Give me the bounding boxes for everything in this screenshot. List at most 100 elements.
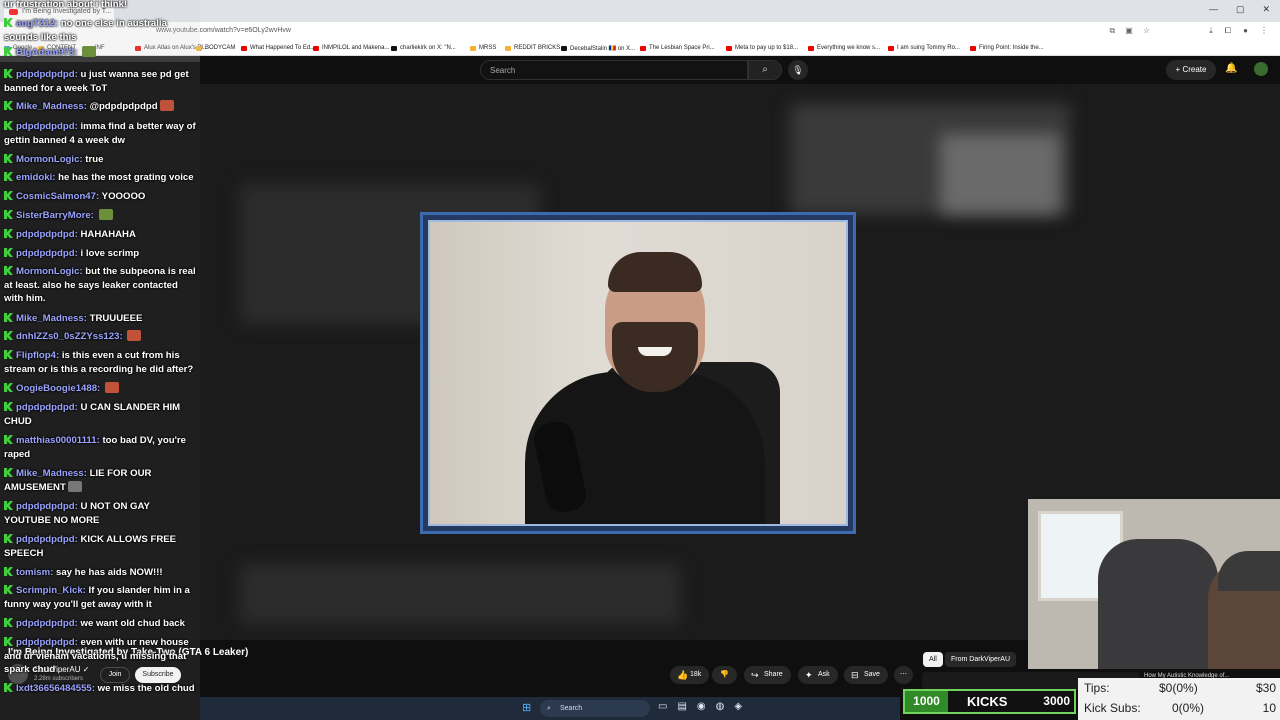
thumbs-down-icon: 👎: [720, 671, 729, 678]
bookmark-item[interactable]: What Happened To Ed...: [241, 45, 315, 51]
chat-username[interactable]: Mike_Madness: [16, 313, 84, 324]
chat-username[interactable]: pdpdpdpdpd: [16, 121, 75, 132]
notifications-bell-icon[interactable]: 🔔: [1225, 63, 1237, 74]
bookmark-item[interactable]: The Lesbian Space Pri...: [640, 45, 715, 51]
chat-username[interactable]: pdpdpdpdpd: [16, 637, 75, 648]
bookmark-item[interactable]: INMPILOL and Makena...: [313, 45, 389, 51]
maximize-button[interactable]: ▢: [1236, 4, 1245, 15]
browser-toolbar-right: ⤓ ⧠ ● ⋮: [1209, 26, 1268, 36]
chat-username[interactable]: dnhIZZs0_0sZZYss123: [16, 331, 119, 342]
bookmark-item[interactable]: DecebalStalin 🇷🇴 on X...: [561, 45, 635, 52]
blurred-background-panel: [940, 134, 1060, 214]
bookmark-item[interactable]: I am suing Tommy Ro...: [888, 45, 960, 51]
profile-icon[interactable]: ●: [1243, 26, 1248, 36]
chat-username[interactable]: matthias00001111: [16, 435, 97, 446]
chat-username[interactable]: pdpdpdpdpd: [16, 229, 75, 240]
windows-start-icon[interactable]: ⊞: [522, 702, 534, 714]
chat-message: MormonLogic: true: [4, 153, 198, 167]
ask-button[interactable]: ✦ Ask: [798, 666, 838, 684]
dislike-button[interactable]: 👎: [712, 666, 737, 684]
chat-username[interactable]: MormonLogic: [16, 154, 79, 165]
search-input[interactable]: Search: [480, 60, 748, 80]
bookmark-item[interactable]: BODYCAM: [196, 45, 235, 51]
taskbar-apps: ▭ ▤ ◉ ◍ ◈: [658, 701, 742, 712]
search-placeholder: Search: [490, 66, 516, 75]
chat-message: ur frustration about i think!: [4, 0, 198, 12]
menu-icon[interactable]: ⋮: [1260, 26, 1268, 36]
account-avatar[interactable]: [1254, 62, 1268, 76]
taskbar-search-label: Search: [560, 705, 583, 712]
chip-all[interactable]: All: [923, 652, 943, 667]
chat-username[interactable]: pdpdpdpdpd: [16, 618, 75, 629]
chat-username[interactable]: Flipflop4: [16, 350, 56, 361]
app-icon[interactable]: ◈: [734, 701, 742, 712]
kick-badge-icon: [4, 191, 13, 200]
more-actions-button[interactable]: ⋯: [894, 666, 913, 684]
chat-username[interactable]: Mike_Madness: [16, 468, 84, 479]
chat-message: MormonLogic: but the subpeona is real at…: [4, 266, 196, 305]
voice-search-button[interactable]: 🎙: [788, 60, 808, 80]
bookmark-item[interactable]: Firing Point: Inside the...: [970, 45, 1044, 51]
bookmark-item[interactable]: Meta to pay up to $18...: [726, 45, 798, 51]
close-window-button[interactable]: ✕: [1262, 4, 1270, 15]
kick-badge-icon: [4, 154, 13, 163]
search-button[interactable]: ⌕: [748, 60, 782, 80]
chat-username[interactable]: MormonLogic: [16, 266, 79, 277]
chat-message: Flipflop4: is this even a cut from his s…: [4, 350, 194, 375]
taskbar-search[interactable]: ⌕ Search: [540, 700, 650, 717]
bookmark-item[interactable]: MRSS: [470, 45, 496, 51]
thumbs-up-icon: 👍: [677, 670, 689, 680]
kick-badge-icon: [4, 618, 13, 627]
chat-username[interactable]: CosmicSalmon47: [16, 191, 96, 202]
chat-message: pdpdpdpdpd: imma find a better way of ge…: [4, 121, 196, 146]
cast-icon[interactable]: ▣: [1125, 26, 1133, 36]
chat-username[interactable]: emidoki: [16, 172, 52, 183]
save-button[interactable]: ⊟ Save: [844, 666, 888, 684]
extensions-icon[interactable]: ⧠: [1225, 26, 1231, 36]
chat-username[interactable]: pdpdpdpdpd: [16, 69, 75, 80]
chat-username[interactable]: BigAdam973: [16, 47, 74, 58]
chat-text: YOOOOO: [101, 191, 146, 202]
chat-username[interactable]: pdpdpdpdpd: [16, 402, 75, 413]
chat-username[interactable]: pdpdpdpdpd: [16, 501, 75, 512]
share-label: Share: [764, 671, 783, 678]
tips-row: Tips: $0(0%) $30: [1084, 681, 1280, 699]
file-explorer-icon[interactable]: ▤: [677, 701, 686, 712]
emote-icon: [104, 382, 119, 393]
chat-username[interactable]: pdpdpdpdpd: [16, 534, 75, 545]
chat-text: TRUUUEEE: [89, 313, 143, 324]
task-view-icon[interactable]: ▭: [658, 701, 667, 712]
bookmark-item[interactable]: Everything we know s...: [808, 45, 880, 51]
chat-message: pdpdpdpdpd: even with ur new house and u…: [4, 637, 189, 676]
chat-username[interactable]: OogieBoogie1488: [16, 383, 97, 394]
download-icon[interactable]: ⤓: [1209, 26, 1213, 36]
bookmark-star-icon[interactable]: ☆: [1143, 26, 1150, 36]
bookmark-icon: ⊟: [851, 670, 859, 680]
chat-overlay: ur frustration about i think! augT212: no…: [0, 0, 200, 720]
share-button[interactable]: ↪ Share: [744, 666, 791, 684]
chat-text: ur frustration about i think!: [4, 0, 128, 10]
like-button[interactable]: 👍 18k: [670, 666, 710, 684]
chat-username[interactable]: Scrimpin_Kick: [16, 585, 83, 596]
chrome-icon[interactable]: ◉: [697, 701, 706, 712]
bookmark-item[interactable]: charliekirk on X: "N...: [391, 45, 456, 51]
chat-username[interactable]: augT212: [16, 18, 55, 29]
chat-username[interactable]: tomism: [16, 567, 50, 578]
translate-icon[interactable]: ⧉: [1110, 26, 1116, 36]
chat-username[interactable]: pdpdpdpdpd: [16, 248, 75, 259]
kick-badge-icon: [4, 534, 13, 543]
create-button[interactable]: + Create: [1166, 60, 1216, 80]
emote-icon: [67, 480, 82, 492]
kicks-label: KICKS: [967, 694, 1008, 709]
kick-badge-icon: [4, 585, 13, 594]
chip-from-channel[interactable]: From DarkViperAU: [945, 652, 1016, 667]
chat-message: Mike_Madness: @pdpdpdpdpd: [4, 100, 198, 114]
discord-icon[interactable]: ◍: [716, 701, 725, 712]
chat-username[interactable]: Ixdt36656484555: [16, 683, 92, 694]
minimize-button[interactable]: —: [1209, 4, 1218, 15]
chat-text: we want old chud back: [80, 618, 185, 629]
chat-username[interactable]: Mike_Madness: [16, 101, 84, 112]
chat-message: Mike_Madness: LIE FOR OUR AMUSEMENT: [4, 468, 152, 493]
bookmark-item[interactable]: REDDIT BRICKS: [505, 45, 560, 51]
chat-username[interactable]: SisterBarryMore: [16, 210, 91, 221]
